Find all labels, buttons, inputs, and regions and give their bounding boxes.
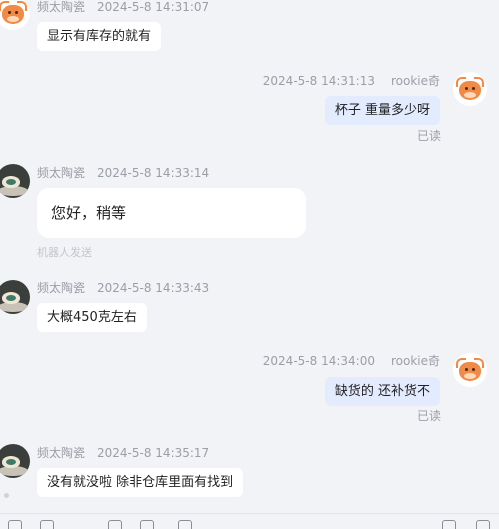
read-status: 已读 <box>417 409 442 423</box>
message-meta: 频太陶瓷 2024-5-8 14:33:43 <box>37 279 209 296</box>
message-bubble[interactable]: 没有就没啦 除非仓库里面有找到 <box>37 468 244 497</box>
screenshot-icon[interactable] <box>178 520 192 529</box>
message-meta: 2024-5-8 14:31:13 rookie奇 <box>263 72 440 89</box>
message-meta: 频太陶瓷 2024-5-8 14:31:07 <box>37 0 209 15</box>
file-icon[interactable] <box>40 520 54 529</box>
emoji-icon[interactable] <box>8 520 22 529</box>
link-icon[interactable] <box>140 520 154 529</box>
robot-sent-note: 机器人发送 <box>37 246 92 259</box>
history-icon[interactable] <box>442 520 456 529</box>
message-bubble[interactable]: 杯子 重量多少呀 <box>324 96 440 125</box>
message-time: 2024-5-8 14:33:14 <box>97 166 210 180</box>
read-status: 已读 <box>417 129 442 143</box>
sender-name: rookie奇 <box>390 354 440 368</box>
message-time: 2024-5-8 14:34:00 <box>262 354 375 368</box>
more-icon[interactable] <box>476 520 490 529</box>
message-time: 2024-5-8 14:31:13 <box>262 74 375 88</box>
sender-name: 频太陶瓷 <box>37 281 86 295</box>
sender-name: rookie奇 <box>390 74 440 88</box>
sender-name: 频太陶瓷 <box>37 166 86 180</box>
shop-avatar[interactable] <box>0 444 30 478</box>
user-avatar[interactable] <box>453 353 487 387</box>
sender-name: 频太陶瓷 <box>37 0 86 14</box>
image-icon[interactable] <box>108 520 122 529</box>
message-time: 2024-5-8 14:33:43 <box>97 281 210 295</box>
message-bubble[interactable]: 大概450克左右 <box>37 303 147 332</box>
sender-name: 频太陶瓷 <box>37 446 86 460</box>
message-meta: 2024-5-8 14:34:00 rookie奇 <box>263 352 440 369</box>
shop-avatar[interactable] <box>0 0 30 30</box>
message-bubble[interactable]: 显示有库存的就有 <box>37 22 162 51</box>
input-toolbar <box>0 513 499 529</box>
message-time: 2024-5-8 14:35:17 <box>97 446 210 460</box>
message-meta: 频太陶瓷 2024-5-8 14:35:17 <box>37 444 209 461</box>
loading-dot <box>4 493 9 498</box>
message-bubble[interactable]: 您好，稍等 <box>37 188 306 238</box>
shop-avatar[interactable] <box>0 164 30 198</box>
message-meta: 频太陶瓷 2024-5-8 14:33:14 <box>37 164 209 181</box>
message-text: 您好，稍等 <box>51 204 127 222</box>
message-time: 2024-5-8 14:31:07 <box>97 0 210 14</box>
user-avatar[interactable] <box>453 72 487 106</box>
shop-avatar[interactable] <box>0 280 30 314</box>
message-bubble[interactable]: 缺货的 还补货不 <box>324 377 440 406</box>
